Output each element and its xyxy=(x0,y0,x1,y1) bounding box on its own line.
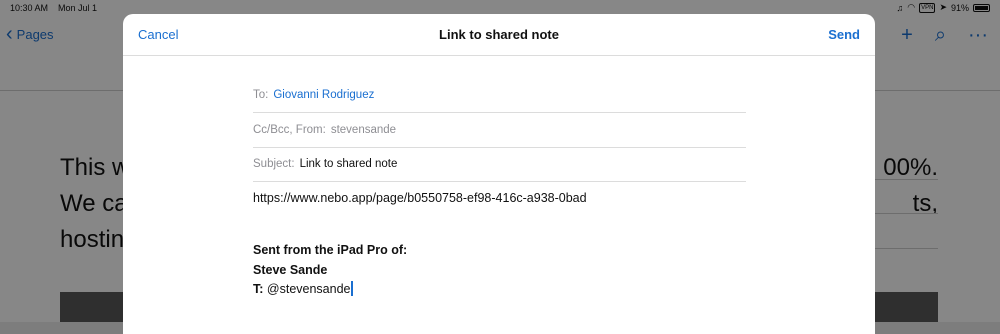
compose-title: Link to shared note xyxy=(439,27,559,42)
signature-contact: T: @stevensande xyxy=(253,280,813,300)
subject-field[interactable]: Subject: Link to shared note xyxy=(253,147,746,182)
cc-label: Cc/Bcc, From: xyxy=(253,124,326,136)
from-value: stevensande xyxy=(330,124,397,136)
signature-name: Steve Sande xyxy=(253,262,328,277)
mail-compose-sheet: Cancel Link to shared note Send To: Giov… xyxy=(123,14,875,334)
subject-label: Subject: xyxy=(253,158,295,170)
compose-header: Cancel Link to shared note Send xyxy=(123,14,875,56)
cc-bcc-from-field[interactable]: Cc/Bcc, From: stevensande xyxy=(253,113,746,148)
body-link[interactable]: https://www.nebo.app/page/b0550758-ef98-… xyxy=(253,191,813,211)
send-button[interactable]: Send xyxy=(828,27,860,42)
to-label: To: xyxy=(253,89,269,101)
to-field[interactable]: To: Giovanni Rodriguez xyxy=(253,78,746,113)
signature-prefix: T: xyxy=(253,282,264,296)
signature: Sent from the iPad Pro of: Steve Sande T… xyxy=(253,241,813,300)
signature-handle: @stevensande xyxy=(266,282,351,296)
message-body[interactable]: https://www.nebo.app/page/b0550758-ef98-… xyxy=(253,191,813,300)
to-recipient[interactable]: Giovanni Rodriguez xyxy=(273,89,374,101)
subject-value[interactable]: Link to shared note xyxy=(300,158,398,170)
signature-line: Sent from the iPad Pro of: xyxy=(253,243,408,257)
text-cursor xyxy=(351,281,353,296)
